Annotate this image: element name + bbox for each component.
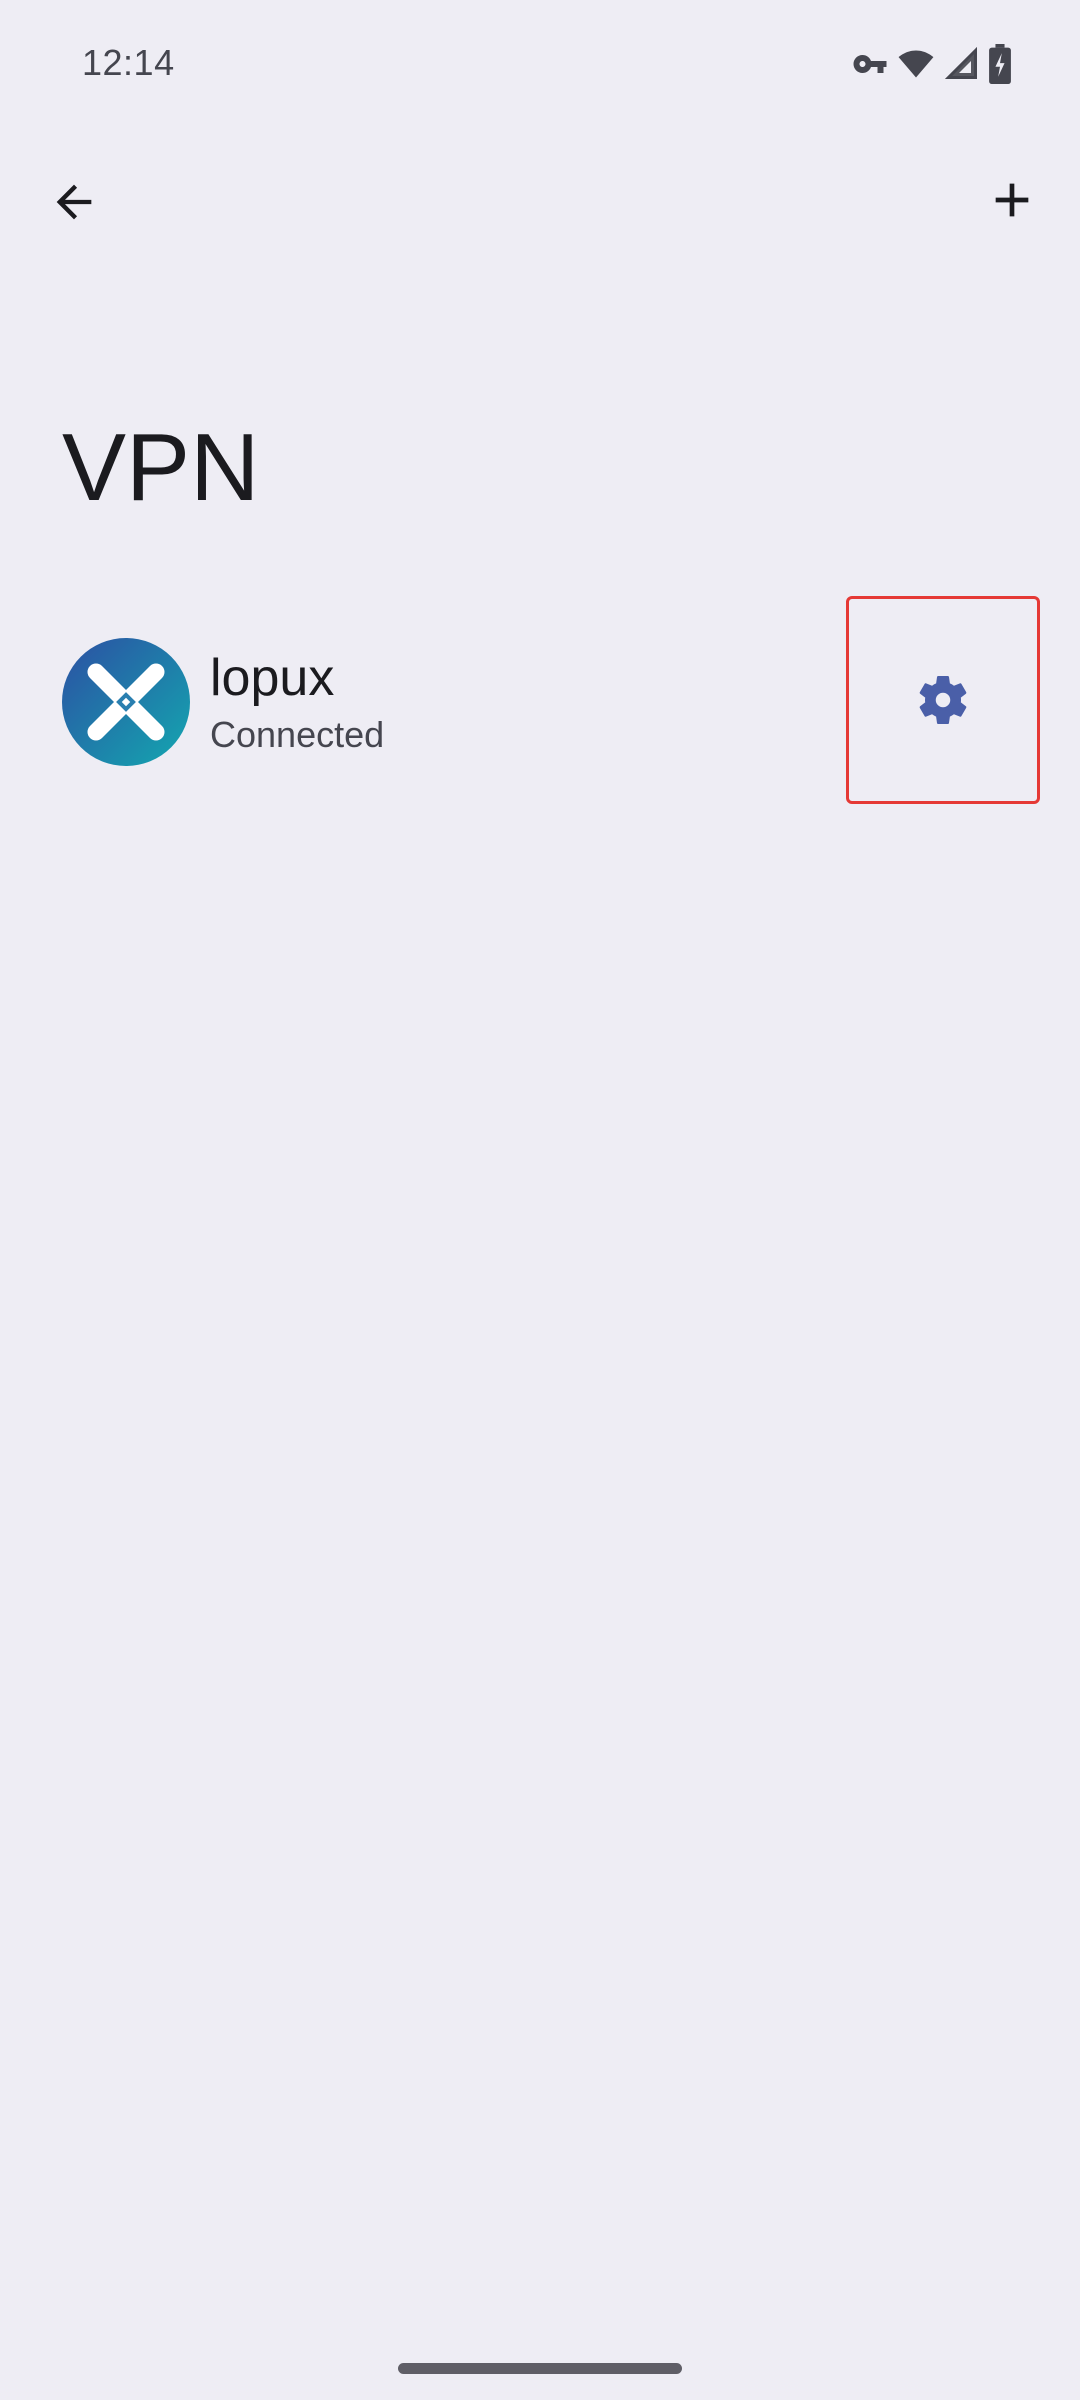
vpn-settings-button[interactable]	[846, 596, 1040, 804]
vpn-status: Connected	[210, 714, 385, 755]
status-bar: 12:14	[0, 0, 1080, 128]
gear-icon	[919, 676, 967, 724]
vpn-name: lopux	[210, 649, 335, 707]
status-icons	[852, 44, 1012, 84]
plus-icon	[995, 183, 1029, 217]
cell-signal-icon	[944, 46, 980, 82]
page-title: VPN	[62, 414, 260, 521]
battery-charging-icon	[988, 44, 1012, 84]
wifi-icon	[896, 46, 936, 82]
back-button[interactable]	[32, 160, 116, 244]
gesture-nav-handle[interactable]	[398, 2363, 682, 2374]
add-vpn-button[interactable]	[970, 158, 1054, 242]
vpn-key-icon	[852, 46, 888, 82]
status-time: 12:14	[82, 42, 175, 83]
vpn-list-item: lopux Connected	[0, 596, 1080, 806]
top-app-bar	[0, 140, 1080, 260]
arrow-back-icon	[56, 184, 92, 220]
lopux-app-icon	[62, 638, 190, 766]
vpn-entry[interactable]: lopux Connected	[0, 596, 846, 806]
